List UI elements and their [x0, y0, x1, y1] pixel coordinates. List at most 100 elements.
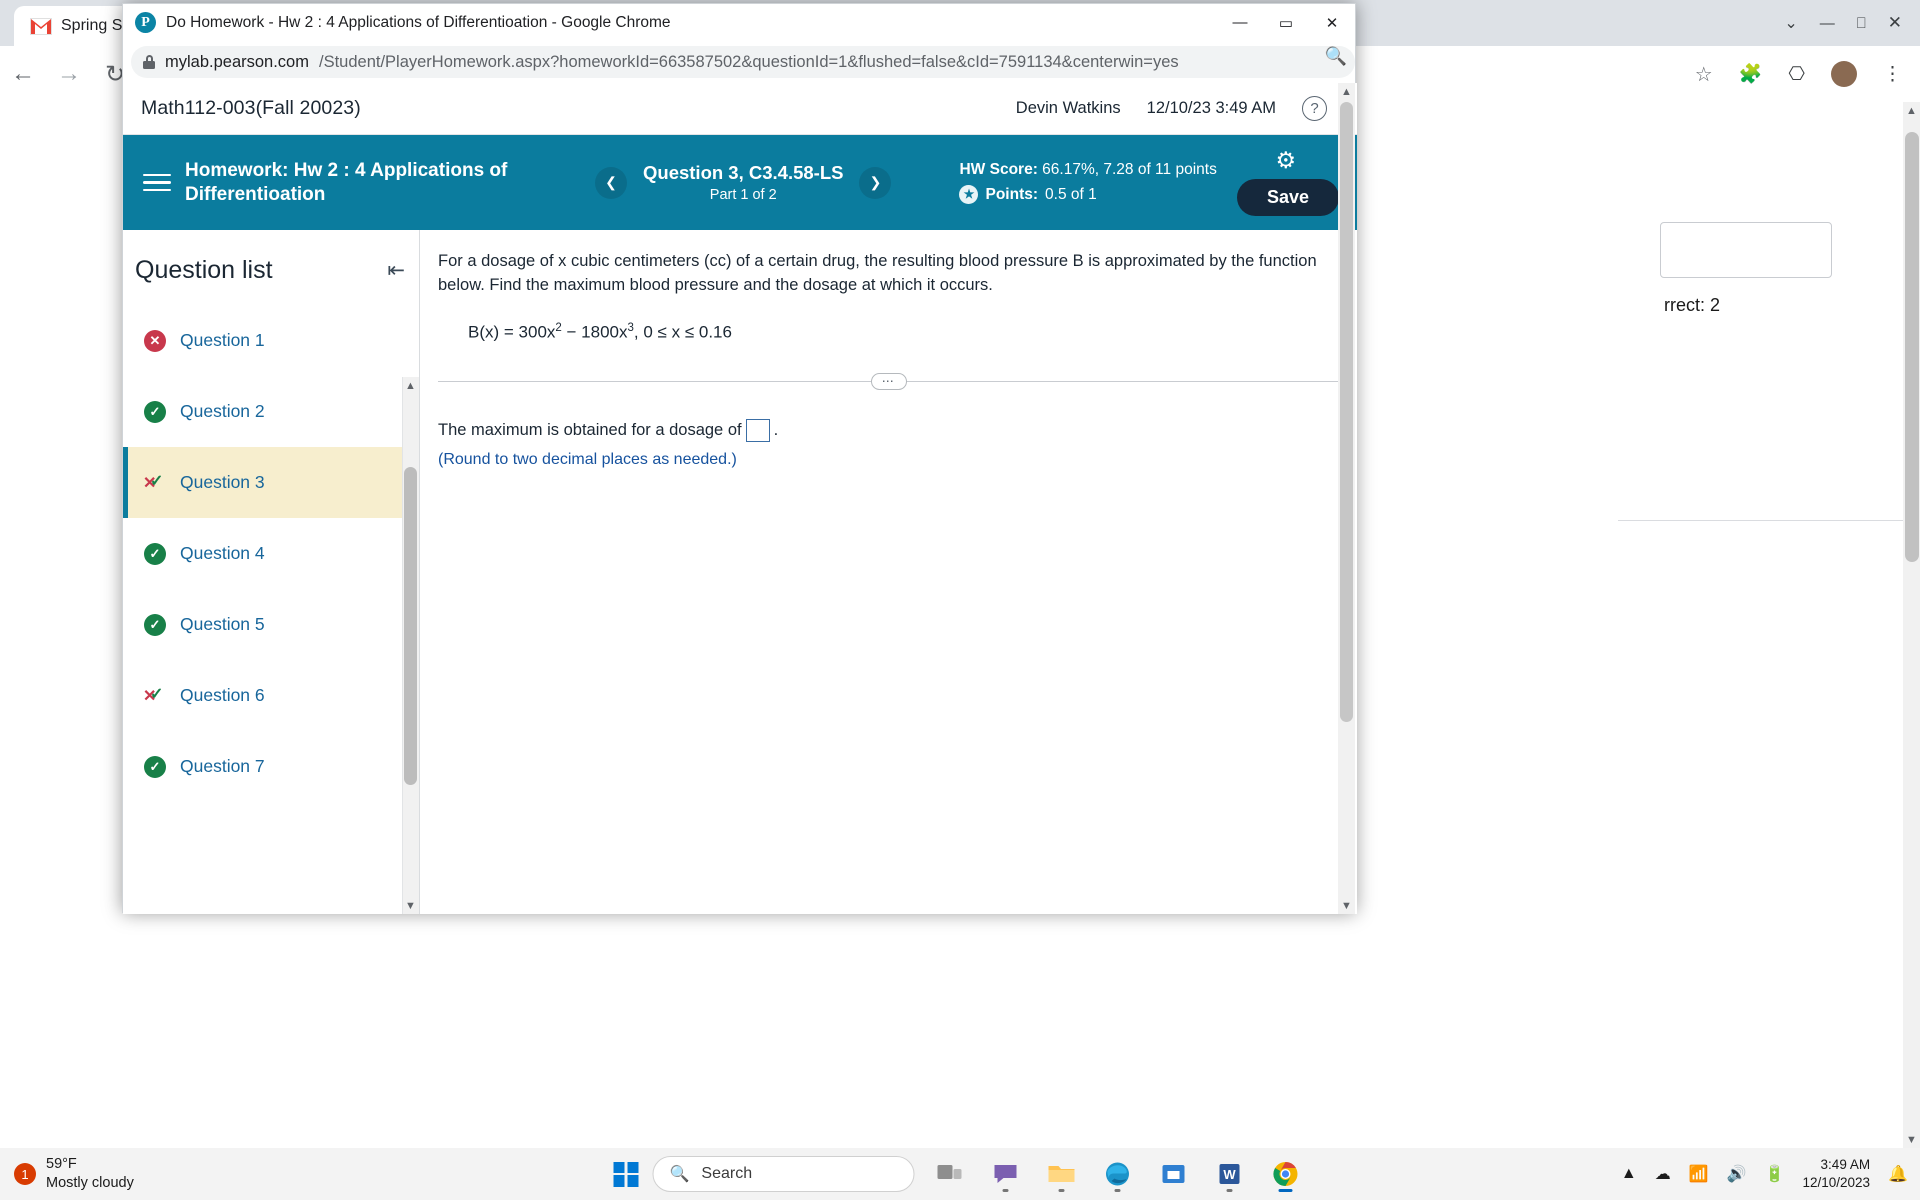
- question-list-scrollbar[interactable]: ▲ ▼: [402, 377, 419, 914]
- list-item[interactable]: ✓ Question 7: [123, 731, 419, 802]
- section-expander[interactable]: ⋯: [438, 372, 1339, 390]
- course-title: Math112-003(Fall 20023): [141, 97, 361, 119]
- teams-chat-icon[interactable]: [985, 1155, 1027, 1193]
- url-host: mylab.pearson.com: [165, 52, 309, 71]
- three-dot-menu-icon[interactable]: ⋮: [1883, 63, 1902, 86]
- microsoft-store-icon[interactable]: [1153, 1155, 1195, 1193]
- list-item[interactable]: ✓ Question 4: [123, 518, 419, 589]
- close-icon[interactable]: ✕: [1888, 13, 1902, 33]
- scroll-down-arrow-icon[interactable]: ▼: [404, 899, 417, 912]
- close-icon[interactable]: ✕: [1309, 4, 1355, 41]
- formula-domain: , 0 ≤ x ≤ 0.16: [633, 322, 732, 342]
- settings-gear-icon[interactable]: ⚙: [1275, 149, 1300, 174]
- back-arrow-icon[interactable]: ←: [0, 51, 46, 97]
- weather-text: 59°F Mostly cloudy: [46, 1155, 134, 1193]
- notification-count-badge: 1: [14, 1163, 36, 1185]
- desktop: Spring Sem ⌄ — ⎕ ✕ ← → ↻ ☆ 🧩 ⎔ ⋮ rrect: …: [0, 0, 1920, 1200]
- battery-icon[interactable]: 🔋: [1765, 1164, 1785, 1184]
- expand-ellipsis-icon[interactable]: ⋯: [870, 372, 907, 390]
- scroll-up-arrow-icon[interactable]: ▲: [404, 379, 417, 392]
- question-part: Part 1 of 2: [709, 187, 777, 203]
- chrome-title-bar[interactable]: P Do Homework - Hw 2 : 4 Applications of…: [123, 4, 1355, 41]
- hamburger-menu-icon[interactable]: [143, 173, 171, 192]
- question-content: For a dosage of x cubic centimeters (cc)…: [420, 230, 1357, 914]
- question-identifier: Question 3, C3.4.58-LS: [643, 162, 844, 183]
- question-list-scrollbar-thumb[interactable]: [404, 467, 417, 785]
- gmail-icon: [30, 17, 52, 35]
- windows-start-icon[interactable]: [613, 1161, 639, 1187]
- question-list-header: Question list ⇤: [123, 230, 419, 305]
- weather-widget[interactable]: 1 59°F Mostly cloudy: [0, 1155, 134, 1193]
- search-input[interactable]: 🔍 Search: [652, 1156, 915, 1192]
- clock[interactable]: 3:49 AM 12/10/2023: [1803, 1156, 1871, 1192]
- question-label-group: Question 3, C3.4.58-LS Part 1 of 2: [643, 162, 843, 203]
- file-explorer-icon[interactable]: [1041, 1155, 1083, 1193]
- lock-icon: [143, 55, 155, 69]
- word-icon[interactable]: W: [1209, 1155, 1251, 1193]
- profile-avatar-icon[interactable]: [1831, 61, 1857, 87]
- bookmark-star-icon[interactable]: ☆: [1695, 62, 1713, 87]
- background-divider: [1618, 520, 1920, 521]
- pearson-p-icon: P: [135, 12, 156, 33]
- question-list-panel: Question list ⇤ ✕ Question 1 ✓ Question …: [123, 230, 420, 914]
- side-panel-icon[interactable]: ⎔: [1788, 63, 1805, 86]
- list-item[interactable]: ✕ Question 1: [123, 305, 419, 376]
- collapse-panel-icon[interactable]: ⇤: [387, 258, 405, 283]
- show-hidden-icons-icon[interactable]: ▲: [1621, 1165, 1637, 1183]
- task-view-icon[interactable]: [929, 1155, 971, 1193]
- answer-input[interactable]: [745, 418, 770, 442]
- maximize-icon[interactable]: ⎕: [1857, 15, 1866, 32]
- edge-browser-icon[interactable]: [1097, 1155, 1139, 1193]
- chrome-browser-icon[interactable]: [1265, 1155, 1307, 1193]
- address-bar[interactable]: mylab.pearson.com/Student/PlayerHomework…: [131, 46, 1355, 78]
- partial-credit-icon: ★: [959, 185, 979, 204]
- scroll-down-arrow-icon[interactable]: ▼: [1905, 1133, 1918, 1146]
- points-row: ★ Points: 0.5 of 1: [959, 183, 1216, 207]
- scroll-up-arrow-icon[interactable]: ▲: [1905, 104, 1918, 117]
- background-scrollbar-thumb[interactable]: [1905, 132, 1919, 562]
- minimize-icon[interactable]: —: [1820, 15, 1835, 32]
- rounding-note: (Round to two decimal places as needed.): [438, 450, 737, 468]
- list-item[interactable]: ✓ Question 5: [123, 589, 419, 660]
- weather-condition: Mostly cloudy: [46, 1175, 134, 1191]
- status-incorrect-icon: ✕: [144, 329, 166, 352]
- scroll-up-arrow-icon[interactable]: ▲: [1340, 85, 1353, 98]
- list-item[interactable]: ✕ ✓ Question 6: [123, 660, 419, 731]
- help-question-icon[interactable]: ?: [1302, 96, 1327, 121]
- save-button[interactable]: Save: [1236, 179, 1339, 216]
- chevron-right-icon[interactable]: ❯: [859, 166, 892, 199]
- clock-time: 3:49 AM: [1820, 1156, 1871, 1172]
- header-datetime: 12/10/23 3:49 AM: [1146, 99, 1276, 117]
- chevron-left-icon[interactable]: ❮: [595, 166, 627, 199]
- volume-icon[interactable]: 🔊: [1727, 1164, 1747, 1184]
- question-navigation: ❮ Question 3, C3.4.58-LS Part 1 of 2 ❯: [595, 162, 892, 203]
- notification-bell-icon[interactable]: 🔔: [1888, 1164, 1908, 1184]
- tab-search-chevron-icon[interactable]: ⌄: [1784, 13, 1797, 33]
- mylab-page: Math112-003(Fall 20023) Devin Watkins 12…: [123, 83, 1357, 914]
- forward-arrow-icon[interactable]: →: [46, 51, 92, 97]
- weather-temperature: 59°F: [46, 1156, 77, 1173]
- list-item-active[interactable]: ✕ ✓ Question 3: [123, 447, 419, 518]
- status-partial-icon: ✕ ✓: [143, 685, 164, 705]
- omnibox-search-icon[interactable]: 🔍: [1325, 46, 1347, 67]
- points-value: 0.5 of 1: [1045, 185, 1097, 203]
- cloud-icon[interactable]: ☁: [1655, 1164, 1671, 1184]
- scroll-down-arrow-icon[interactable]: ▼: [1340, 899, 1353, 912]
- minimize-icon[interactable]: —: [1217, 4, 1263, 41]
- extensions-puzzle-icon[interactable]: 🧩: [1739, 62, 1763, 86]
- taskbar: 1 59°F Mostly cloudy 🔍 Search W ▲ ☁ 📶 🔊 …: [0, 1148, 1920, 1200]
- mylab-header-right: Devin Watkins 12/10/23 3:49 AM ?: [1016, 96, 1327, 121]
- status-partial-icon: ✕ ✓: [143, 472, 164, 492]
- chrome-omnibox-row: mylab.pearson.com/Student/PlayerHomework…: [123, 41, 1355, 83]
- list-item[interactable]: ✓ Question 2: [123, 376, 419, 447]
- status-correct-icon: ✓: [144, 542, 166, 565]
- homework-label: Homework:: [185, 159, 289, 181]
- question-prompt: For a dosage of x cubic centimeters (cc)…: [438, 252, 1317, 294]
- page-scrollbar-thumb[interactable]: [1340, 102, 1353, 722]
- hw-score-value: 66.17%, 7.28 of 11 points: [1042, 161, 1217, 179]
- hw-score-label: HW Score:: [959, 161, 1038, 179]
- clock-date: 12/10/2023: [1802, 1175, 1871, 1190]
- wifi-icon[interactable]: 📶: [1689, 1164, 1709, 1184]
- maximize-icon[interactable]: ▭: [1263, 4, 1309, 41]
- mylab-body: Question list ⇤ ✕ Question 1 ✓ Question …: [123, 230, 1357, 914]
